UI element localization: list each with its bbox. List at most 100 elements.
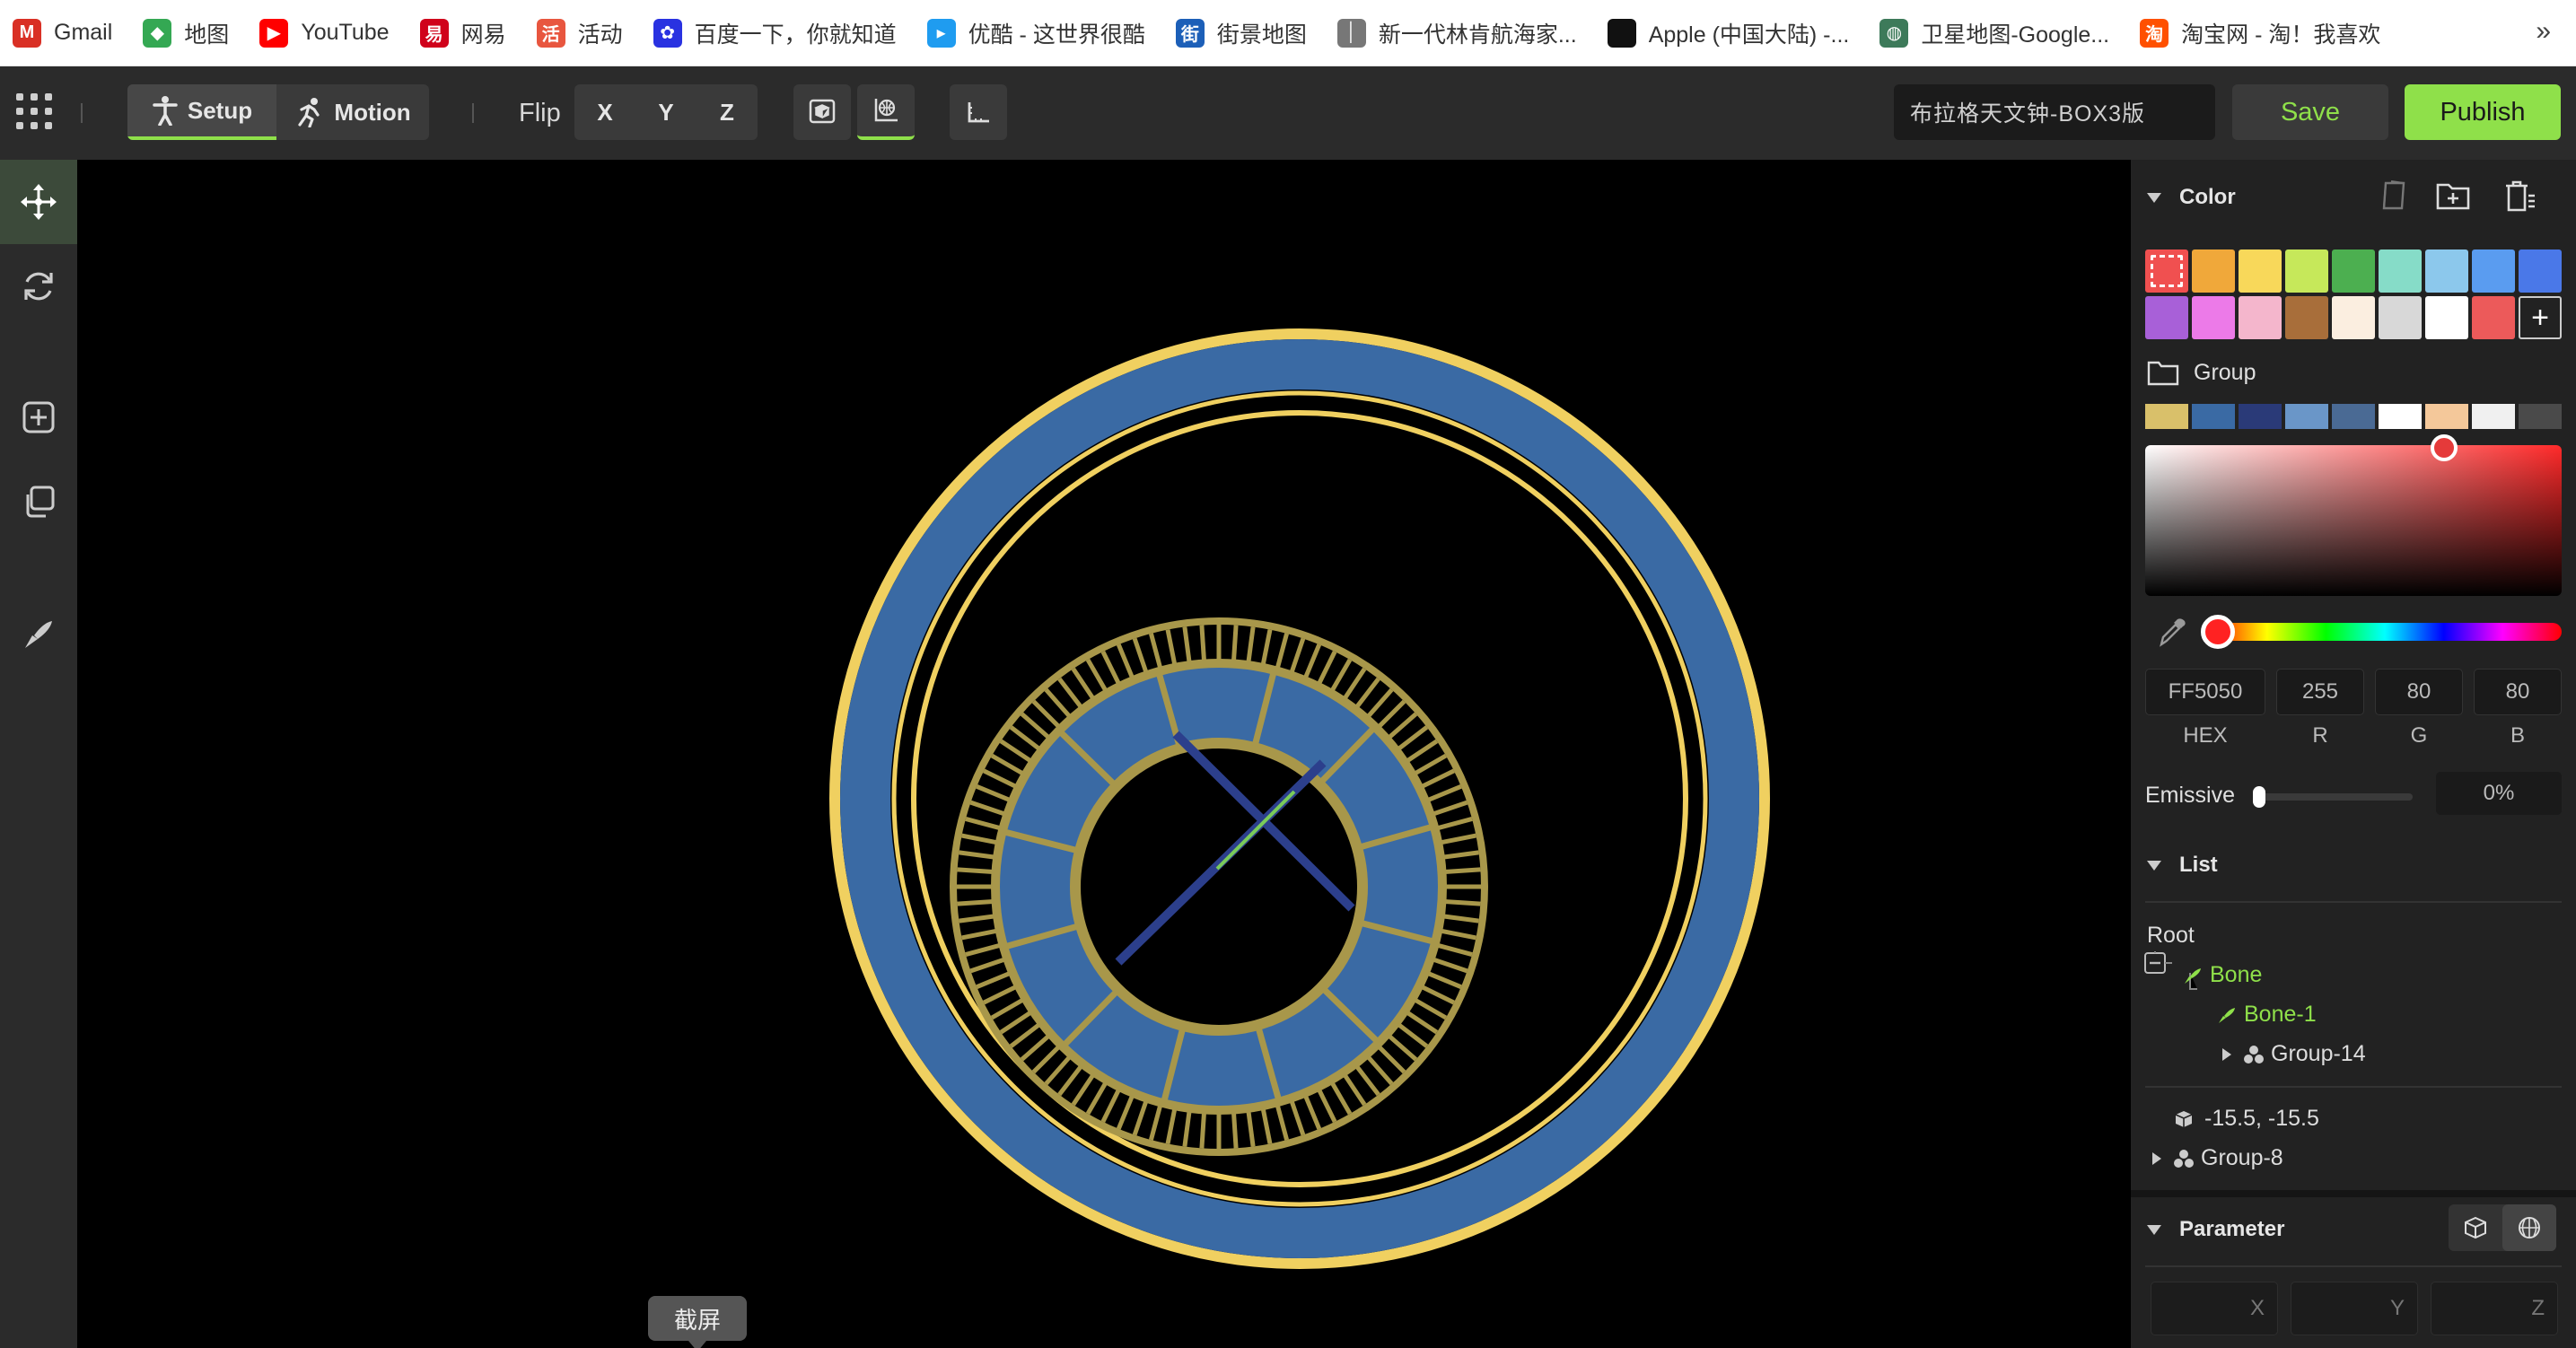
world-space-button[interactable]	[2502, 1204, 2556, 1251]
group-color-swatch[interactable]	[2192, 404, 2235, 429]
eraser-icon[interactable]	[2377, 178, 2413, 214]
view-box-button[interactable]	[793, 84, 851, 140]
color-swatch[interactable]	[2425, 249, 2468, 293]
move-tool-button[interactable]	[0, 160, 77, 244]
hex-input[interactable]: FF5050	[2145, 669, 2265, 715]
group-color-swatch[interactable]	[2239, 404, 2282, 429]
parameter-section-header[interactable]: Parameter	[2147, 1217, 2284, 1242]
bookmark-label: 卫星地图-Google...	[1921, 22, 2110, 48]
local-space-button[interactable]	[2449, 1204, 2502, 1251]
color-swatch[interactable]	[2239, 249, 2282, 293]
bookmark-item[interactable]: ▶ YouTube	[259, 0, 390, 66]
expand-triangle-icon[interactable]	[2222, 1047, 2231, 1061]
astronomical-clock-model[interactable]	[77, 160, 2131, 1348]
emissive-value-input[interactable]: 0%	[2436, 772, 2562, 815]
blue-input[interactable]: 80	[2474, 669, 2562, 715]
add-color-button[interactable]: +	[2519, 296, 2562, 339]
color-swatch[interactable]	[2145, 296, 2188, 339]
publish-button[interactable]: Publish	[2405, 84, 2561, 140]
save-button[interactable]: Save	[2232, 84, 2388, 140]
tree-item-group-14[interactable]: Group-14	[2222, 1041, 2366, 1067]
bookmark-item[interactable]: ▸ 优酷 - 这世界很酷	[926, 0, 1145, 66]
group-color-swatch[interactable]	[2145, 404, 2188, 429]
tree-item-coords[interactable]: -15.5, -15.5	[2174, 1106, 2319, 1132]
flip-x-button[interactable]: X	[574, 84, 635, 140]
globe-icon: ◍	[1879, 18, 1909, 48]
x-param-input[interactable]: X	[2151, 1282, 2278, 1335]
group-color-swatch[interactable]	[2472, 404, 2515, 429]
color-swatch[interactable]	[2145, 249, 2188, 293]
group-color-swatch[interactable]	[2379, 404, 2422, 429]
z-param-input[interactable]: Z	[2431, 1282, 2558, 1335]
color-swatch[interactable]	[2379, 296, 2422, 339]
tree-item-bone-1[interactable]: Bone-1	[2217, 1002, 2317, 1028]
axis-toggle-button[interactable]	[950, 84, 1007, 140]
bookmark-item[interactable]: 活活动	[536, 0, 623, 66]
eyedropper-icon[interactable]	[2156, 616, 2188, 648]
project-name-field[interactable]: 布拉格天文钟-BOX3版	[1894, 84, 2215, 140]
color-swatch[interactable]	[2332, 296, 2375, 339]
delete-icon[interactable]	[2501, 178, 2538, 215]
add-square-icon	[22, 401, 55, 433]
bookmark-item[interactable]: M Gmail	[13, 0, 112, 66]
add-folder-icon[interactable]	[2434, 178, 2472, 214]
tree-item-group-8[interactable]: Group-8	[2152, 1145, 2283, 1171]
tree-root[interactable]: Root	[2147, 923, 2195, 949]
duplicate-button[interactable]	[0, 460, 77, 544]
color-swatch[interactable]	[2192, 296, 2235, 339]
more-bookmarks-button[interactable]: »	[2536, 16, 2551, 47]
bookmark-item[interactable]: ✿ 百度一下，你就知道	[653, 0, 897, 66]
color-swatch[interactable]	[2425, 296, 2468, 339]
green-input[interactable]: 80	[2375, 669, 2463, 715]
color-swatch[interactable]	[2472, 296, 2515, 339]
dial-tick	[1044, 1055, 1072, 1086]
saturation-value-picker[interactable]	[2145, 434, 2562, 596]
bookmark-item[interactable]: ◍ 卫星地图-Google...	[1879, 0, 2109, 66]
group-color-swatch[interactable]	[2285, 404, 2328, 429]
blue-label: B	[2510, 723, 2525, 748]
setup-tab[interactable]: Setup	[127, 84, 276, 140]
color-swatch[interactable]	[2239, 296, 2282, 339]
flip-z-button[interactable]: Z	[697, 84, 758, 140]
color-swatch[interactable]	[2379, 249, 2422, 293]
red-input[interactable]: 255	[2276, 669, 2364, 715]
hue-slider-handle[interactable]	[2201, 615, 2235, 649]
tree-item-bone[interactable]: Bone	[2183, 962, 2262, 988]
rotate-tool-button[interactable]	[0, 244, 77, 328]
streetview-icon: 街	[1175, 18, 1205, 48]
apps-grid-icon[interactable]	[16, 93, 52, 129]
add-object-button[interactable]	[0, 375, 77, 460]
color-section-header[interactable]: Color	[2147, 185, 2236, 210]
hue-slider[interactable]	[2201, 615, 2562, 649]
motion-tab[interactable]: Motion	[276, 84, 429, 140]
bookmark-item[interactable]: ◆ 地图	[143, 0, 229, 66]
group-color-swatch[interactable]	[2519, 404, 2562, 429]
group-icon	[2244, 1045, 2264, 1064]
bookmark-item[interactable]: 易网易	[419, 0, 506, 66]
color-swatch[interactable]	[2192, 249, 2235, 293]
group-color-swatch[interactable]	[2332, 404, 2375, 429]
emissive-slider[interactable]	[2253, 786, 2413, 808]
bookmark-item[interactable]: 淘淘宝网 - 淘！我喜欢	[2140, 0, 2380, 66]
color-swatch[interactable]	[2519, 249, 2562, 293]
expand-triangle-icon[interactable]	[2152, 1151, 2161, 1165]
flip-axis-group: X Y Z	[574, 84, 758, 140]
view-grid-button[interactable]	[857, 84, 915, 140]
list-section-header[interactable]: List	[2147, 853, 2218, 878]
bookmark-item[interactable]: │ 新一代林肯航海家...	[1336, 0, 1577, 66]
flip-y-button[interactable]: Y	[635, 84, 697, 140]
color-swatch[interactable]	[2332, 249, 2375, 293]
bookmark-item[interactable]: Apple (中国大陆) -...	[1607, 0, 1849, 66]
y-param-input[interactable]: Y	[2291, 1282, 2418, 1335]
3d-viewport[interactable]: 截屏	[77, 160, 2131, 1348]
parameter-section-title: Parameter	[2179, 1217, 2285, 1241]
dial-tick	[1377, 699, 1406, 729]
emissive-slider-handle[interactable]	[2253, 786, 2265, 808]
bone-tool-button[interactable]	[0, 591, 77, 675]
color-swatch[interactable]	[2472, 249, 2515, 293]
color-swatch[interactable]	[2285, 249, 2328, 293]
bookmark-item[interactable]: 街街景地图	[1175, 0, 1307, 66]
color-swatch[interactable]	[2285, 296, 2328, 339]
saturation-value-handle[interactable]	[2431, 434, 2458, 461]
group-color-swatch[interactable]	[2425, 404, 2468, 429]
